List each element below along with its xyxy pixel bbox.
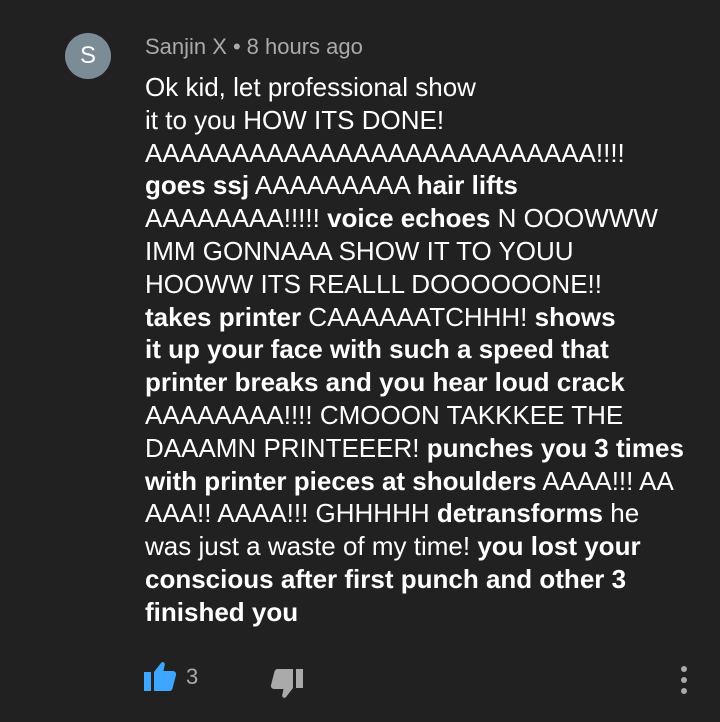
comment-text-segment: was just a waste of my time! [145,531,478,562]
comment-text-segment: IMM GONNAAA SHOW IT TO YOUU [145,235,574,266]
comment-line: Ok kid, let professional show [145,71,705,104]
comment-text-bold: conscious after first punch and other 3 [145,563,627,594]
comment-text-bold: you lost your [477,531,641,562]
comment-text-bold: goes ssj [145,170,250,201]
like-count: 3 [186,664,199,689]
comment-line: DAAAMN PRINTEEER! punches you 3 times [145,432,705,465]
comment-text-segment: Ok kid, let professional show [145,72,476,102]
comment-text-bold: detransforms [436,498,604,529]
author-name[interactable]: Sanjin X [145,34,227,59]
comment-text-segment: AAAA!!! AA [536,465,674,496]
comment-text-segment: DAAAMN PRINTEEER! [145,432,427,463]
comment-line: conscious after first punch and other 3 [145,563,705,596]
more-options-button[interactable] [672,664,696,696]
comment-text-segment: AAAAAAAAAAAAAAAAAAAAAAAAAA!!!! [145,137,625,168]
comment-line: it to you HOW ITS DONE! [145,104,705,137]
comment-text-segment: he [603,498,640,529]
comment-line: printer breaks and you hear loud crack [145,366,705,399]
comment-text-segment: N OOOWWW [490,203,658,234]
comment-text-segment: AAA!! AAAA!!! GHHHHH [145,498,437,529]
avatar[interactable]: S [65,33,111,79]
comment-text-bold: shows [534,301,616,332]
comment-text-bold: hair lifts [416,170,518,201]
timestamp[interactable]: 8 hours ago [247,34,363,59]
comment-line: AAAAAAAA!!!! CMOOON TAKKKEE THE [145,399,705,432]
separator-dot: • [232,34,241,59]
like-button[interactable] [143,660,177,692]
comment-text-bold: takes printer [145,301,302,332]
comment-line: was just a waste of my time! you lost yo… [145,530,705,563]
comment-text-segment: it to you HOW ITS DONE! [145,104,445,135]
thumbs-down-icon [270,669,303,698]
comment-line: it up your face with such a speed that [145,333,705,366]
comment-header: Sanjin X • 8 hours ago [145,33,363,61]
comment-line: HOOWW ITS REALLL DOOOOOONE!! [145,268,705,301]
more-dot [681,688,687,694]
thumbs-up-icon [144,662,177,691]
comment-text: Ok kid, let professional show it to you H… [145,71,705,629]
comment-text-segment: AAAAAAAA!!!!! [145,203,328,234]
comment-text-bold: punches you 3 times [426,432,684,463]
comment-line: finished you [145,596,705,629]
comment-line: goes ssj AAAAAAAAA hair lifts [145,169,705,202]
comment-line: AAAAAAAAAAAAAAAAAAAAAAAAAA!!!! [145,137,705,170]
comment-text-bold: with printer pieces at shoulders [145,465,537,496]
comment-text-segment: AAAAAAAA!!!! CMOOON TAKKKEE THE [145,399,624,430]
comment-text-bold: it up your face with such a speed that [145,334,609,365]
comment-line: takes printer CAAAAAATCHHH! shows [145,301,705,334]
more-vertical-icon [681,666,687,672]
comment-text-bold: voice echoes [327,203,491,234]
more-dot [681,677,687,683]
comment-text-segment: HOOWW ITS REALLL DOOOOOONE!! [145,268,602,299]
comment-line: IMM GONNAAA SHOW IT TO YOUU [145,235,705,268]
comment-line: with printer pieces at shoulders AAAA!!!… [145,465,705,498]
comment-line: AAA!! AAAA!!! GHHHHH detransforms he [145,497,705,530]
dislike-button[interactable] [270,668,304,700]
avatar-letter: S [79,42,96,69]
comment-text-bold: finished you [145,596,299,627]
comment-text-segment: AAAAAAAAA [249,170,417,201]
comment-text-segment: CAAAAAATCHHH! [301,301,535,332]
comment-text-bold: printer breaks and you hear loud crack [145,367,625,398]
comment-line: AAAAAAAA!!!!! voice echoes N OOOWWW [145,202,705,235]
